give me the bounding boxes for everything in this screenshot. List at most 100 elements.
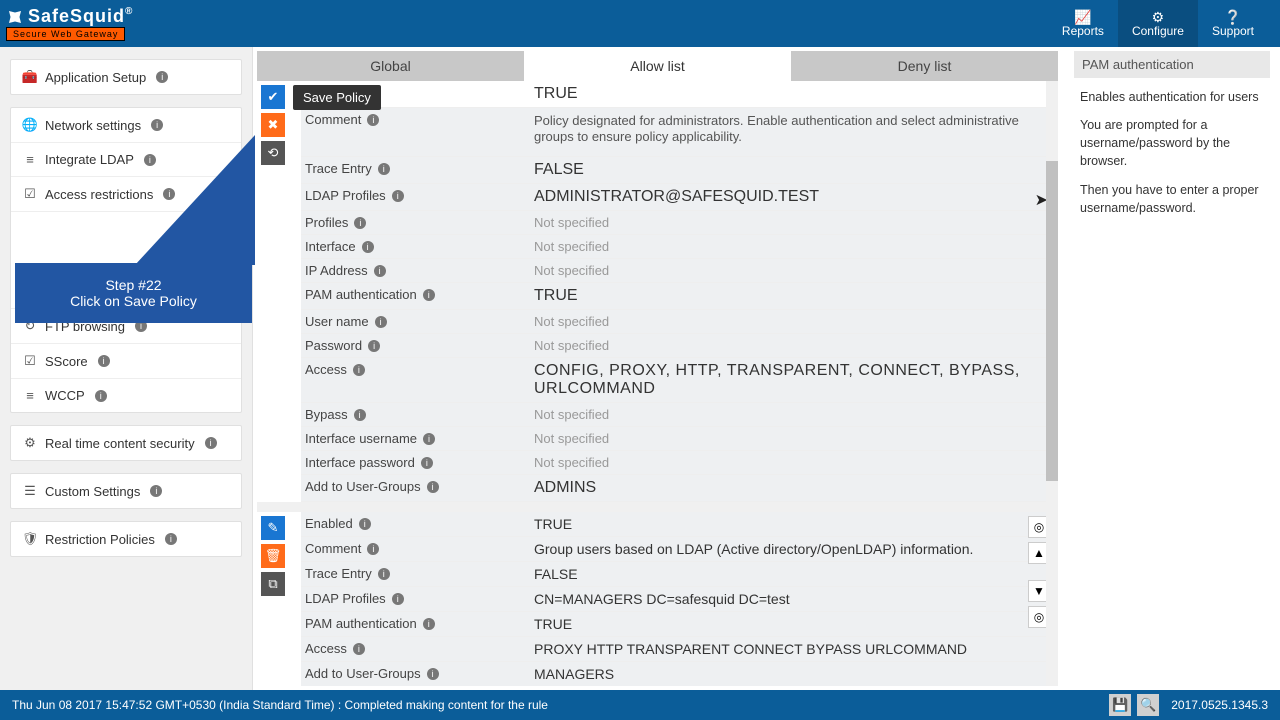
info-icon: i bbox=[150, 485, 162, 497]
shield-icon: 🛡 bbox=[23, 531, 37, 547]
nav-configure[interactable]: ⚙ Configure bbox=[1118, 0, 1198, 47]
help-panel: PAM authentication Enables authenticatio… bbox=[1070, 51, 1270, 686]
scrollbar-thumb[interactable] bbox=[1046, 161, 1058, 481]
clone-policy-button[interactable]: ⧉ bbox=[261, 572, 285, 596]
callout-text: Click on Save Policy bbox=[70, 293, 197, 309]
comment-value[interactable]: Policy designated for administrators. En… bbox=[534, 113, 1019, 144]
enabled-value[interactable]: TRUE bbox=[526, 81, 1058, 107]
profiles-value[interactable]: Not specified bbox=[526, 211, 1058, 234]
briefcase-icon: 🧰 bbox=[23, 69, 37, 85]
username-value[interactable]: Not specified bbox=[526, 310, 1058, 333]
bypass-label: Bypass bbox=[305, 407, 348, 422]
help-icon: ❔ bbox=[1224, 10, 1241, 24]
info-icon[interactable]: i bbox=[423, 618, 435, 630]
logo-icon bbox=[6, 8, 24, 26]
bypass-value[interactable]: Not specified bbox=[526, 403, 1058, 426]
access-label: Access bbox=[305, 641, 347, 656]
iface-pass-value[interactable]: Not specified bbox=[526, 451, 1058, 474]
pam-value[interactable]: TRUE bbox=[526, 283, 1058, 309]
info-icon[interactable]: i bbox=[378, 163, 390, 175]
sidebar: 🧰 Application Setup i 🌐Network settingsi… bbox=[0, 47, 253, 690]
gears-icon: ⚙ bbox=[1152, 10, 1165, 24]
sidebar-item-wccp[interactable]: ≡WCCPi bbox=[11, 379, 241, 412]
ldap-profiles-value[interactable]: ADMINISTRATOR@SAFESQUID.TEST➤ bbox=[526, 184, 1058, 210]
info-icon: i bbox=[95, 390, 107, 402]
add-groups-label: Add to User-Groups bbox=[305, 666, 421, 681]
sidebar-item-realtime[interactable]: ⚙Real time content securityi bbox=[11, 426, 241, 460]
trace-value[interactable]: FALSE bbox=[526, 157, 1058, 183]
add-groups-label: Add to User-Groups bbox=[305, 479, 421, 494]
sidebar-item-custom[interactable]: ☰Custom Settingsi bbox=[11, 474, 241, 508]
help-text-1: Enables authentication for users bbox=[1080, 88, 1270, 106]
info-icon[interactable]: i bbox=[374, 265, 386, 277]
info-icon[interactable]: i bbox=[359, 518, 371, 530]
sidebar-item-app-setup[interactable]: 🧰 Application Setup i bbox=[11, 60, 241, 94]
list-icon: ≡ bbox=[23, 152, 37, 167]
save-policy-button[interactable]: ✔ bbox=[261, 85, 285, 109]
info-icon[interactable]: i bbox=[392, 593, 404, 605]
add-groups-value[interactable]: ADMINS bbox=[526, 475, 1058, 501]
info-icon[interactable]: i bbox=[423, 289, 435, 301]
save-policy-tooltip: Save Policy bbox=[293, 85, 381, 110]
profiles-label: Profiles bbox=[305, 215, 348, 230]
info-icon[interactable]: i bbox=[367, 114, 379, 126]
search-icon[interactable]: 🔍 bbox=[1137, 694, 1159, 716]
tab-allow-list[interactable]: Allow list bbox=[524, 51, 791, 81]
info-icon[interactable]: i bbox=[392, 190, 404, 202]
info-icon[interactable]: i bbox=[421, 457, 433, 469]
edit-policy-button[interactable]: ✎ bbox=[261, 516, 285, 540]
p2-access: PROXY HTTP TRANSPARENT CONNECT BYPASS UR… bbox=[526, 637, 1058, 661]
version-text: 2017.0525.1345.3 bbox=[1171, 698, 1268, 712]
help-text-2: You are prompted for a username/password… bbox=[1080, 116, 1270, 170]
iface-user-value[interactable]: Not specified bbox=[526, 427, 1058, 450]
interface-value[interactable]: Not specified bbox=[526, 235, 1058, 258]
trace-label: Trace Entry bbox=[305, 161, 372, 176]
nav-support[interactable]: ❔ Support bbox=[1198, 0, 1268, 47]
top-nav: 📈 Reports ⚙ Configure ❔ Support bbox=[1048, 0, 1268, 47]
info-icon[interactable]: i bbox=[354, 409, 366, 421]
password-value[interactable]: Not specified bbox=[526, 334, 1058, 357]
sidebar-item-restriction[interactable]: 🛡Restriction Policiesi bbox=[11, 522, 241, 556]
ip-value[interactable]: Not specified bbox=[526, 259, 1058, 282]
help-text-3: Then you have to enter a proper username… bbox=[1080, 181, 1270, 217]
info-icon[interactable]: i bbox=[353, 643, 365, 655]
tab-deny-list[interactable]: Deny list bbox=[791, 51, 1058, 81]
info-icon[interactable]: i bbox=[362, 241, 374, 253]
status-bar: Thu Jun 08 2017 15:47:52 GMT+0530 (India… bbox=[0, 690, 1280, 720]
p2-groups: MANAGERS bbox=[526, 662, 1058, 686]
comment-label: Comment bbox=[305, 541, 361, 556]
cancel-policy-button[interactable]: ✖ bbox=[261, 113, 285, 137]
info-icon[interactable]: i bbox=[427, 668, 439, 680]
check-icon: ☑ bbox=[23, 186, 37, 202]
info-icon: i bbox=[98, 355, 110, 367]
access-value[interactable]: CONFIG, PROXY, HTTP, TRANSPARENT, CONNEC… bbox=[526, 358, 1058, 402]
policy2-actions: ✎ 🗑 ⧉ bbox=[261, 516, 285, 596]
sidebar-item-sscore[interactable]: ☑SScorei bbox=[11, 344, 241, 379]
p2-ldap: CN=MANAGERS DC=safesquid DC=test bbox=[526, 587, 1058, 611]
info-icon[interactable]: i bbox=[367, 543, 379, 555]
info-icon[interactable]: i bbox=[427, 481, 439, 493]
tab-global[interactable]: Global bbox=[257, 51, 524, 81]
info-icon[interactable]: i bbox=[423, 433, 435, 445]
callout-arrow bbox=[135, 135, 255, 265]
info-icon: i bbox=[156, 71, 168, 83]
policy-scroll[interactable]: ✔ ✖ ⟲ Save Policy TRUE Comment i Policy de… bbox=[257, 81, 1058, 686]
interface-label: Interface bbox=[305, 239, 356, 254]
info-icon[interactable]: i bbox=[375, 316, 387, 328]
check-icon: ☑ bbox=[23, 353, 37, 369]
revert-policy-button[interactable]: ⟲ bbox=[261, 141, 285, 165]
info-icon[interactable]: i bbox=[353, 364, 365, 376]
delete-policy-button[interactable]: 🗑 bbox=[261, 544, 285, 568]
nav-reports[interactable]: 📈 Reports bbox=[1048, 0, 1118, 47]
ldap-profiles-label: LDAP Profiles bbox=[305, 591, 386, 606]
password-label: Password bbox=[305, 338, 362, 353]
save-icon[interactable]: 💾 bbox=[1109, 694, 1131, 716]
iface-user-label: Interface username bbox=[305, 431, 417, 446]
info-icon[interactable]: i bbox=[368, 340, 380, 352]
username-label: User name bbox=[305, 314, 369, 329]
comment-label: Comment bbox=[305, 112, 361, 127]
tutorial-callout: Step #22 Click on Save Policy bbox=[15, 263, 252, 323]
chart-icon: 📈 bbox=[1074, 10, 1091, 24]
info-icon[interactable]: i bbox=[378, 568, 390, 580]
info-icon[interactable]: i bbox=[354, 217, 366, 229]
